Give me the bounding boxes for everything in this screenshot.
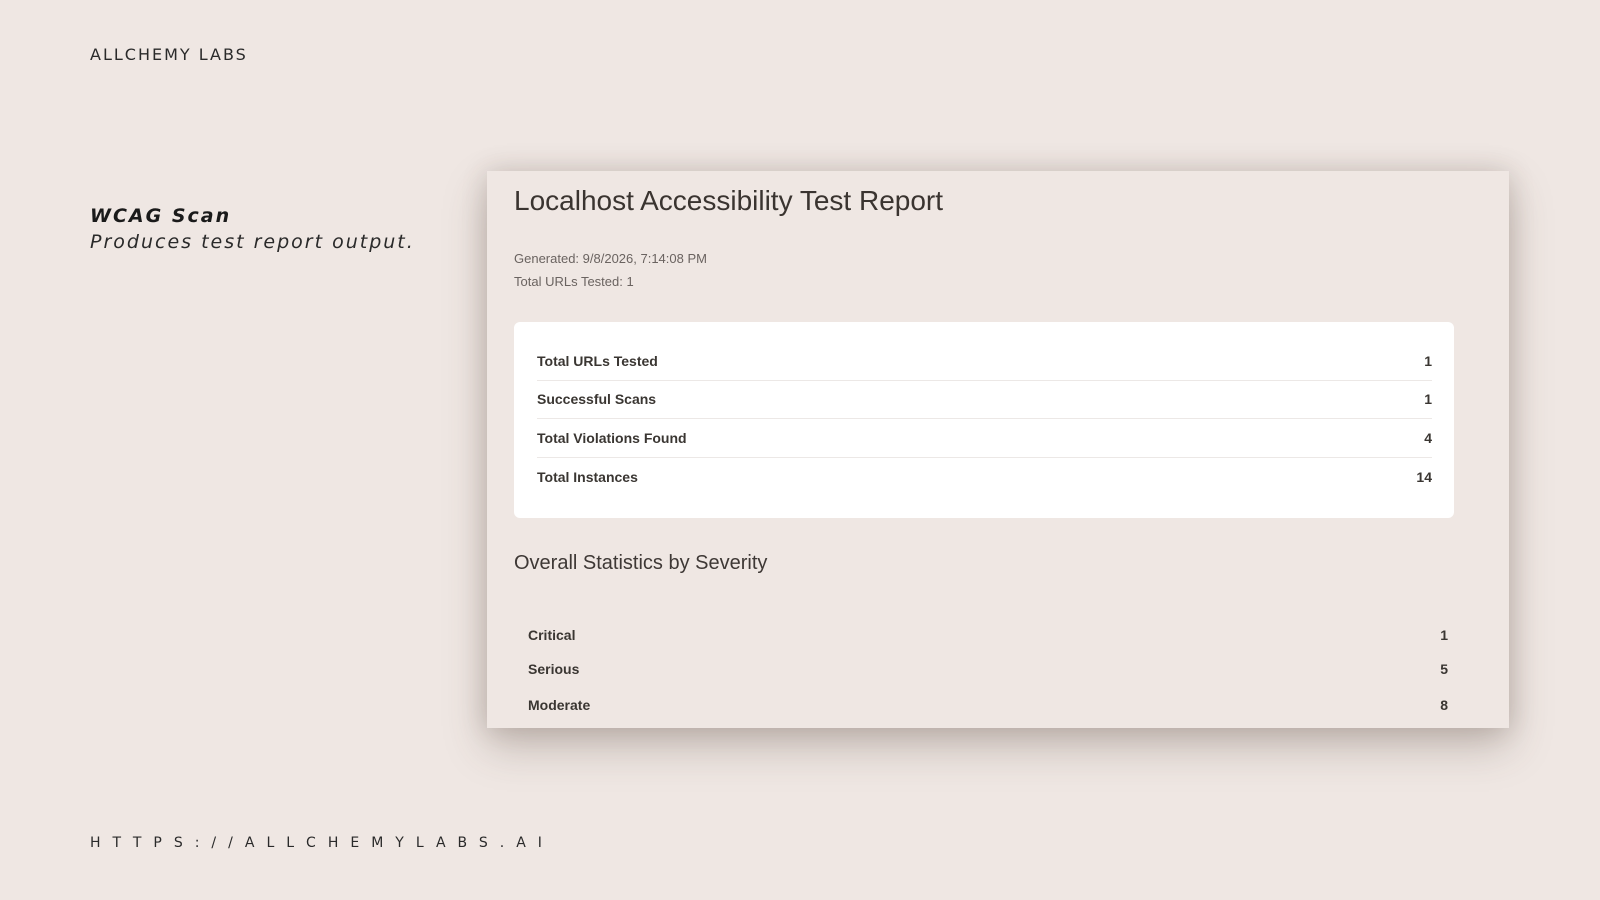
report-screenshot: Localhost Accessibility Test Report Gene… xyxy=(487,171,1509,728)
summary-value: 1 xyxy=(1424,391,1432,407)
summary-label: Total Instances xyxy=(537,469,638,485)
severity-value: 5 xyxy=(1440,661,1448,677)
summary-label: Successful Scans xyxy=(537,391,657,407)
summary-label: Total Violations Found xyxy=(537,430,687,446)
caption-subtitle: Produces test report output. xyxy=(90,231,415,253)
severity-label: Critical xyxy=(528,627,576,643)
caption-title: WCAG Scan xyxy=(90,205,232,227)
severity-row-moderate: Moderate 8 xyxy=(528,693,1448,717)
summary-value: 14 xyxy=(1416,469,1432,485)
report-generated-timestamp: Generated: 9/8/2026, 7:14:08 PM xyxy=(514,251,707,266)
report-total-urls: Total URLs Tested: 1 xyxy=(514,274,634,289)
report-title: Localhost Accessibility Test Report xyxy=(514,185,944,216)
severity-row-critical: Critical 1 xyxy=(528,623,1448,647)
footer-url: HTTPS://ALLCHEMYLABS.AI xyxy=(90,835,554,851)
severity-section-title: Overall Statistics by Severity xyxy=(514,552,768,574)
severity-label: Moderate xyxy=(528,697,591,713)
summary-label: Total URLs Tested xyxy=(537,353,658,369)
brand-logo-text: ALLCHEMY LABS xyxy=(90,45,248,64)
summary-row: Total Violations Found 4 xyxy=(537,419,1432,458)
summary-row: Total URLs Tested 1 xyxy=(537,342,1432,381)
summary-value: 4 xyxy=(1424,430,1432,446)
summary-card: Total URLs Tested 1 Successful Scans 1 T… xyxy=(514,322,1454,518)
summary-row: Total Instances 14 xyxy=(537,458,1432,496)
slide-caption: WCAG Scan Produces test report output. xyxy=(90,203,450,255)
severity-label: Serious xyxy=(528,661,580,677)
severity-row-serious: Serious 5 xyxy=(528,657,1448,681)
summary-row: Successful Scans 1 xyxy=(537,380,1432,419)
summary-value: 1 xyxy=(1424,353,1432,369)
severity-value: 8 xyxy=(1440,697,1448,713)
severity-value: 1 xyxy=(1440,627,1448,643)
